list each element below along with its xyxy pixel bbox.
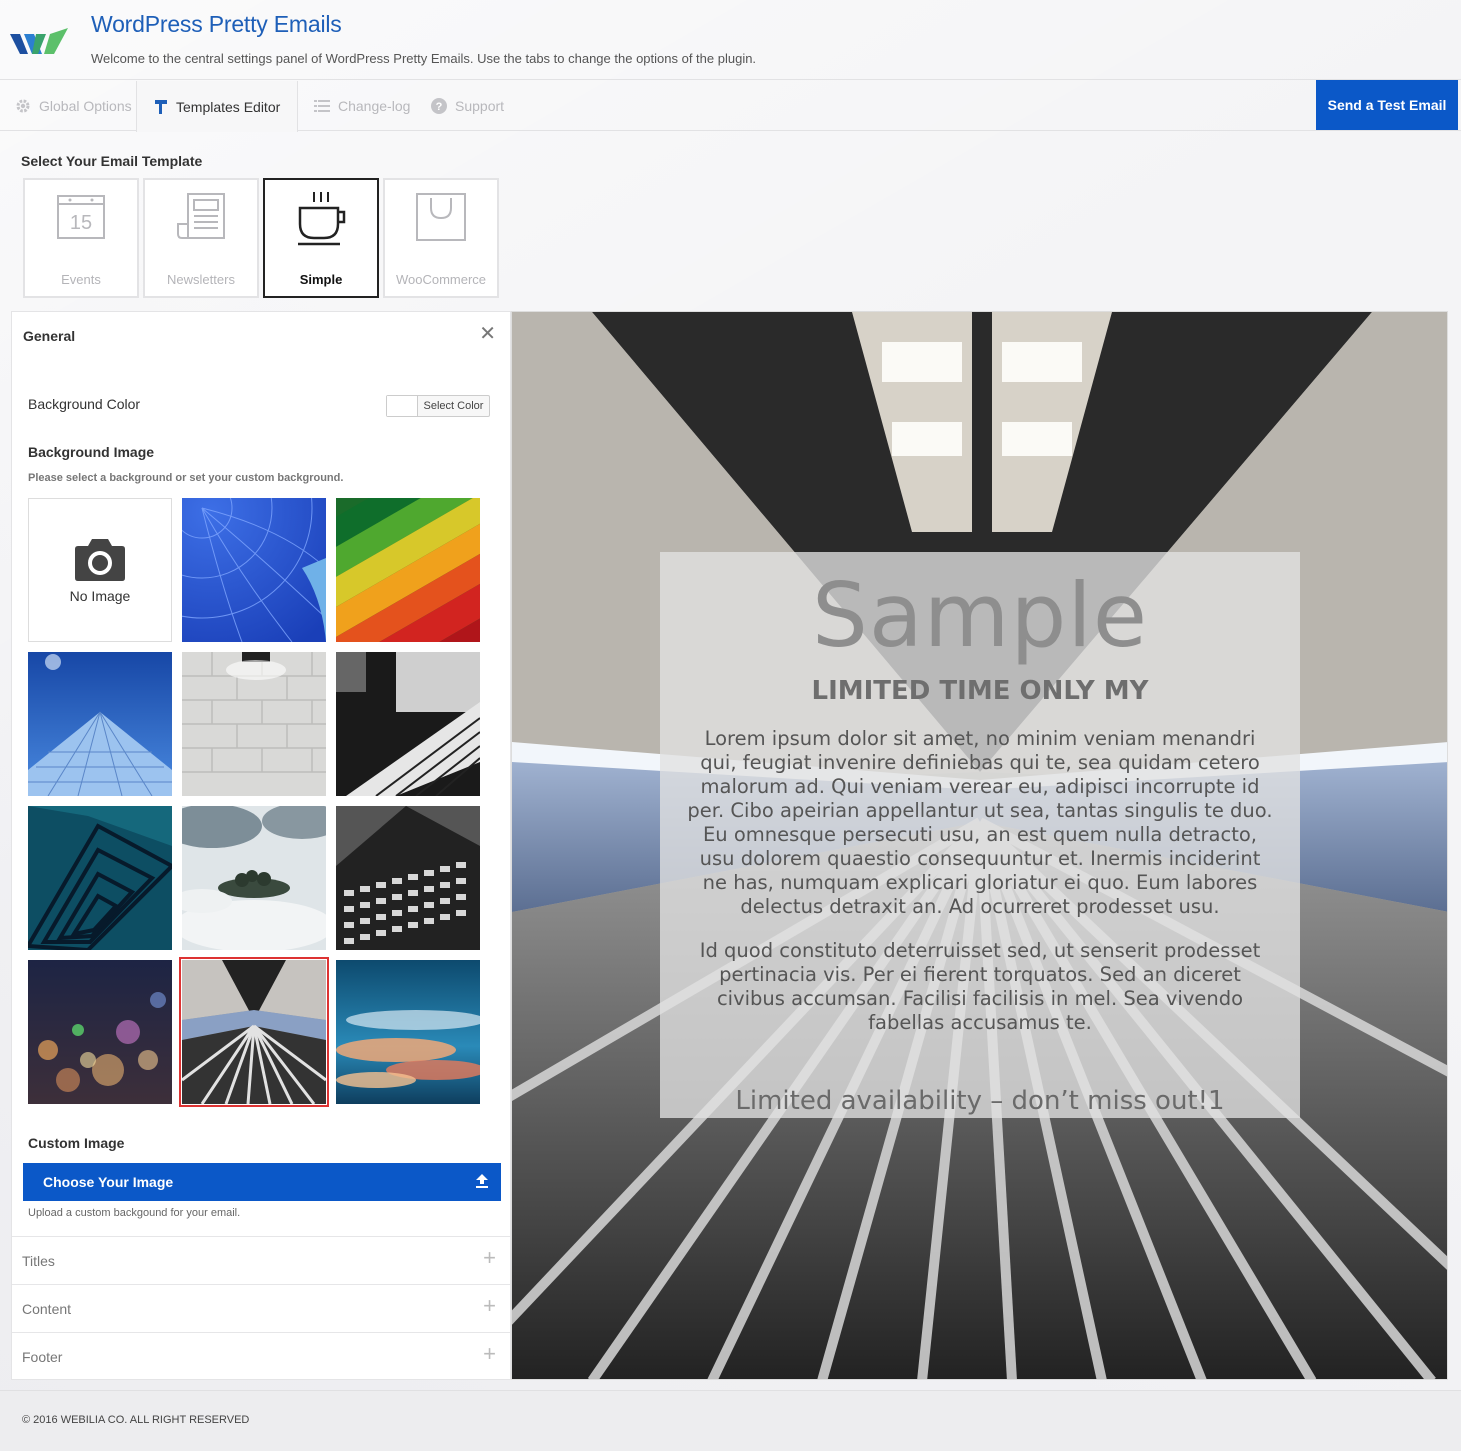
app-root: WordPress Pretty Emails Welcome to the c… <box>0 0 1461 1451</box>
custom-image-help: Upload a custom backgound for your email… <box>28 1207 241 1219</box>
bg-option-sunset-clouds[interactable] <box>336 960 480 1104</box>
bg-option-hot-air-balloon[interactable] <box>182 498 326 642</box>
svg-text:?: ? <box>436 101 443 113</box>
select-color-button[interactable]: Select Color <box>386 395 490 417</box>
select-color-label: Select Color <box>423 400 484 412</box>
bg-option-subway-tunnel[interactable] <box>179 957 329 1107</box>
calendar-day: 15 <box>70 212 92 234</box>
email-preview: Sample LIMITED TIME ONLY MY Lorem ipsum … <box>511 311 1448 1380</box>
email-footer-text: Limited availability – don’t miss out!1 <box>735 1086 1225 1116</box>
template-label: Events <box>61 272 101 287</box>
bg-option-dark-building[interactable] <box>336 806 480 950</box>
template-simple[interactable]: Simple <box>263 178 379 298</box>
app-subtitle: Welcome to the central settings panel of… <box>91 51 757 66</box>
background-image-help: Please select a background or set your c… <box>28 472 344 484</box>
newspaper-icon <box>177 193 225 239</box>
tab-templates-editor[interactable]: Templates Editor <box>136 81 298 132</box>
email-title: Sample <box>812 564 1148 667</box>
section-titles[interactable]: Titles + <box>12 1236 510 1284</box>
send-test-email-button[interactable]: Send a Test Email <box>1316 80 1458 130</box>
shopping-bag-icon <box>416 193 466 241</box>
bg-option-skyscraper[interactable] <box>28 652 172 796</box>
plus-icon: + <box>483 1293 496 1318</box>
webilia-logo-icon <box>10 28 68 54</box>
camera-icon <box>75 539 125 581</box>
section-content[interactable]: Content + <box>12 1284 510 1332</box>
copyright-text: © 2016 WEBILIA CO. ALL RIGHT RESERVED <box>22 1414 250 1426</box>
choose-image-button[interactable]: Choose Your Image <box>23 1163 501 1201</box>
section-label: Titles <box>22 1253 55 1269</box>
email-paragraph: Lorem ipsum dolor sit amet, no minim ven… <box>687 727 1273 918</box>
subway-tunnel-image <box>182 960 326 1104</box>
section-label: Content <box>22 1301 72 1317</box>
template-label: WooCommerce <box>395 272 487 287</box>
gear-icon <box>15 98 31 114</box>
colored-pencils-image <box>336 498 480 642</box>
plus-icon: + <box>483 1245 496 1270</box>
plus-icon: + <box>483 1341 496 1366</box>
choose-image-label: Choose Your Image <box>43 1174 174 1190</box>
foggy-island-image <box>182 806 326 950</box>
custom-image-title: Custom Image <box>28 1135 125 1151</box>
upload-icon <box>476 1174 488 1188</box>
no-image-label: No Image <box>69 588 131 604</box>
email-body: Lorem ipsum dolor sit amet, no minim ven… <box>686 727 1274 1035</box>
white-brick-wall-image <box>182 652 326 796</box>
template-label: Newsletters <box>167 272 235 287</box>
bg-option-piano-keys[interactable] <box>336 652 480 796</box>
paint-roller-icon <box>154 99 168 115</box>
bg-option-foggy-island[interactable] <box>182 806 326 950</box>
tab-label: Support <box>455 98 505 114</box>
bg-option-city-bokeh[interactable] <box>28 960 172 1104</box>
sunset-clouds-image <box>336 960 480 1104</box>
section-label: Footer <box>22 1349 63 1365</box>
tab-change-log[interactable]: Change-log <box>314 81 410 131</box>
question-icon: ? <box>431 98 447 114</box>
tab-bar: Global Options Templates Editor Change-l… <box>0 81 1461 132</box>
dark-building-image <box>336 806 480 950</box>
email-paragraph: Id quod constituto deterruisset sed, ut … <box>699 939 1261 1034</box>
template-select-heading: Select Your Email Template <box>21 153 203 169</box>
piano-keys-image <box>336 652 480 796</box>
template-woocommerce[interactable]: WooCommerce <box>383 178 499 298</box>
email-subtitle: LIMITED TIME ONLY MY <box>811 676 1149 706</box>
template-label: Simple <box>299 272 343 287</box>
list-icon <box>314 99 330 113</box>
template-events[interactable]: 15 Events <box>23 178 139 298</box>
panel-heading: General <box>23 328 76 344</box>
tab-support[interactable]: ? Support <box>431 81 504 131</box>
template-newsletters[interactable]: Newsletters <box>143 178 259 298</box>
tab-label: Global Options <box>39 98 132 114</box>
tab-label: Templates Editor <box>176 98 281 115</box>
bg-option-spiral-staircase[interactable] <box>28 806 172 950</box>
bg-option-colored-pencils[interactable] <box>336 498 480 642</box>
calendar-icon: 15 <box>57 195 105 239</box>
city-bokeh-image <box>28 960 172 1104</box>
page-footer: © 2016 WEBILIA CO. ALL RIGHT RESERVED <box>0 1390 1461 1451</box>
skyscraper-image <box>28 652 172 796</box>
background-color-label: Background Color <box>28 396 141 412</box>
close-icon[interactable]: ✕ <box>479 324 496 344</box>
bg-option-no-image[interactable]: No Image <box>28 498 172 642</box>
color-swatch <box>387 396 418 416</box>
app-title: WordPress Pretty Emails <box>91 11 342 37</box>
tab-global-options[interactable]: Global Options <box>15 81 132 131</box>
general-settings-panel: General ✕ Background Color Select Color … <box>11 311 511 1380</box>
hot-air-balloon-image <box>182 498 326 642</box>
coffee-cup-icon <box>298 192 346 246</box>
email-content-card: Sample LIMITED TIME ONLY MY Lorem ipsum … <box>660 552 1300 1118</box>
spiral-staircase-image <box>28 806 172 950</box>
bg-option-white-brick-wall[interactable] <box>182 652 326 796</box>
section-footer[interactable]: Footer + <box>12 1332 510 1380</box>
tab-label: Change-log <box>338 98 411 114</box>
header: WordPress Pretty Emails Welcome to the c… <box>0 0 1461 80</box>
background-image-title: Background Image <box>28 444 155 460</box>
